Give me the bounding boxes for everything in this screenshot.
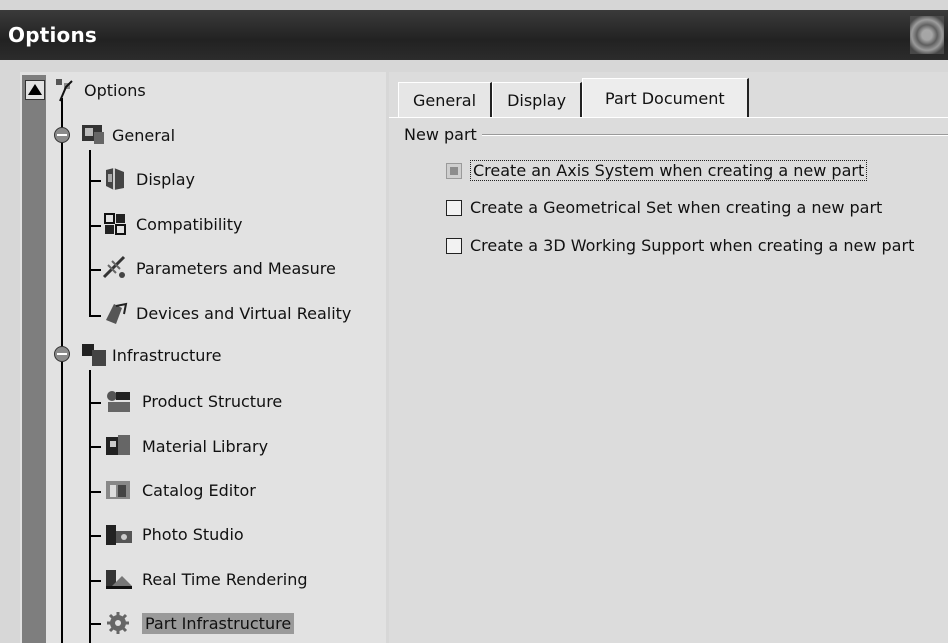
axis-system-checkbox[interactable] [446,162,462,179]
tree-item-parameters-and-measure[interactable]: Parameters and Measure [102,255,336,281]
tree-connector [89,580,101,582]
tree-connector [89,315,101,317]
tree-item-label: Catalog Editor [142,480,256,500]
tree-item-label: Real Time Rendering [142,569,308,589]
tree-connector [89,623,101,625]
gear-icon [102,610,138,636]
tree-item-product-structure[interactable]: Product Structure [102,388,282,414]
tab-label: General [413,91,477,110]
tree-item-options[interactable]: Options [52,77,146,103]
axis-system-option[interactable]: Create an Axis System when creating a ne… [446,160,868,181]
option-label: Create an Axis System when creating a ne… [470,160,868,181]
general-icon [80,122,108,148]
product-structure-icon [102,388,138,414]
tab-label: Display [507,91,567,110]
tab-label: Part Document [605,89,725,108]
tree-item-label: Parameters and Measure [136,258,336,278]
infrastructure-icon [80,342,108,368]
compatibility-icon [102,211,132,237]
tree-connector [89,402,101,404]
collapse-toggle[interactable] [54,127,70,143]
material-library-icon [102,433,138,459]
tree-item-label: Infrastructure [112,345,222,365]
new-part-group-label: New part [404,125,477,144]
tree-item-label: Product Structure [142,391,283,411]
geometrical-set-checkbox[interactable] [446,199,462,216]
group-divider [482,134,948,136]
tree-item-label: Material Library [142,436,269,456]
parameters-icon [102,255,132,281]
tab-divider [389,117,948,118]
tree-item-part-infrastructure[interactable]: Part Infrastructure [102,610,295,636]
tree-connector [89,180,101,182]
tree-item-label: General [112,125,176,145]
tree-item-infrastructure[interactable]: Infrastructure [80,342,221,368]
tree-connector [89,269,101,271]
tree-item-photo-studio[interactable]: Photo Studio [102,521,244,547]
tree-line [89,150,91,316]
photo-studio-icon [102,521,138,547]
tree-item-compatibility[interactable]: Compatibility [102,211,242,237]
tree-connector [89,446,101,448]
tree-item-label: Compatibility [136,214,243,234]
display-icon [102,166,132,192]
tree-item-real-time-rendering[interactable]: Real Time Rendering [102,566,308,592]
tree-connector [89,491,101,493]
tree-item-label: Display [136,169,195,189]
settings-panel [389,72,948,643]
collapse-toggle[interactable] [54,346,70,362]
tree-item-label: Part Infrastructure [142,612,295,634]
options-tree-icon [52,77,80,103]
title-decoration-icon [910,16,944,54]
tree-scrollbar[interactable] [22,75,46,643]
devices-icon [102,300,132,326]
option-label: Create a Geometrical Set when creating a… [470,198,883,217]
title-bar: Options [0,10,948,60]
tree-item-label: Devices and Virtual Reality [136,303,352,323]
tree-connector [89,535,101,537]
tree-connector [89,225,101,227]
tree-item-label: Photo Studio [142,524,244,544]
catalog-editor-icon [102,477,138,503]
rendering-icon [102,566,138,592]
3d-working-support-option[interactable]: Create a 3D Working Support when creatin… [446,236,914,255]
tree-item-display[interactable]: Display [102,166,195,192]
tree-item-catalog-editor[interactable]: Catalog Editor [102,477,256,503]
tab-part-document[interactable]: Part Document [582,78,749,118]
tab-bar: General Display Part Document [398,78,749,118]
tab-display[interactable]: Display [492,82,583,118]
window-title: Options [8,23,98,47]
tree-item-material-library[interactable]: Material Library [102,433,268,459]
geometrical-set-option[interactable]: Create a Geometrical Set when creating a… [446,198,882,217]
tree-item-devices-and-virtual-reality[interactable]: Devices and Virtual Reality [102,300,351,326]
tree-item-label: Options [84,80,146,100]
scroll-up-button[interactable] [25,80,45,100]
tree-line [89,370,91,643]
tree-line [61,98,63,643]
3d-working-support-checkbox[interactable] [446,237,462,254]
tab-general[interactable]: General [398,82,493,118]
tree-item-general[interactable]: General [80,122,175,148]
option-label: Create a 3D Working Support when creatin… [470,236,915,255]
